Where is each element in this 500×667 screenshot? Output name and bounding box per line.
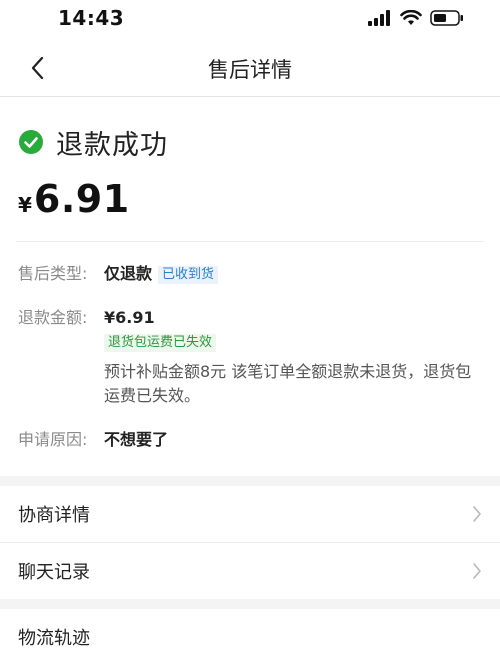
status-time: 14:43 <box>58 6 125 30</box>
amount-label: 退款金额: <box>18 308 88 327</box>
shipping-expired-tag: 退货包运费已失效 <box>104 334 217 352</box>
reason-label: 申请原因: <box>18 430 88 449</box>
status-bar: 14:43 <box>0 0 500 40</box>
refund-amount: ¥ 6.91 <box>18 177 482 221</box>
chat-history-row[interactable]: 聊天记录 <box>0 543 500 599</box>
refund-status-row: 退款成功 <box>18 125 482 161</box>
detail-row-reason: 申请原因: 不想要了 <box>18 428 482 452</box>
battery-icon <box>430 10 463 26</box>
nav-bar: 售后详情 <box>0 40 500 97</box>
cellular-signal-icon <box>368 10 390 26</box>
refund-status-text: 退款成功 <box>56 129 168 161</box>
received-goods-tag: 已收到货 <box>158 266 219 284</box>
refund-summary: 退款成功 ¥ 6.91 <box>0 97 500 222</box>
type-label: 售后类型: <box>18 264 88 283</box>
subsidy-note: 预计补贴金额8元 该笔订单全额退款未退货，退货包运费已失效。 <box>104 362 472 405</box>
type-value: 仅退款 <box>104 264 153 283</box>
detail-row-amount: 退款金额: ¥6.91 退货包运费已失效 预计补贴金额8元 该笔订单全额退款未退… <box>18 306 482 408</box>
currency-symbol: ¥ <box>18 193 32 217</box>
logistics-tracking-row[interactable]: 物流轨迹 <box>0 609 500 665</box>
chat-history-label: 聊天记录 <box>18 562 90 583</box>
wifi-icon <box>400 10 422 25</box>
refund-amount-value: 6.91 <box>33 177 130 221</box>
section-divider <box>0 476 500 486</box>
chevron-right-icon <box>473 506 481 522</box>
negotiation-details-row[interactable]: 协商详情 <box>0 486 500 543</box>
refund-details: 售后类型: 仅退款 已收到货 退款金额: ¥6.91 退货包运费已失效 预计补贴金… <box>0 262 500 452</box>
reason-value: 不想要了 <box>104 430 169 449</box>
page-title: 售后详情 <box>208 58 292 82</box>
chevron-right-icon <box>473 563 481 579</box>
divider <box>16 241 484 242</box>
amount-detail-value: ¥6.91 <box>104 308 155 327</box>
detail-row-type: 售后类型: 仅退款 已收到货 <box>18 262 482 286</box>
section-divider <box>0 599 500 609</box>
negotiation-details-label: 协商详情 <box>18 505 90 526</box>
status-icons <box>368 10 464 26</box>
success-check-icon <box>19 130 43 154</box>
logistics-tracking-label: 物流轨迹 <box>18 628 90 649</box>
